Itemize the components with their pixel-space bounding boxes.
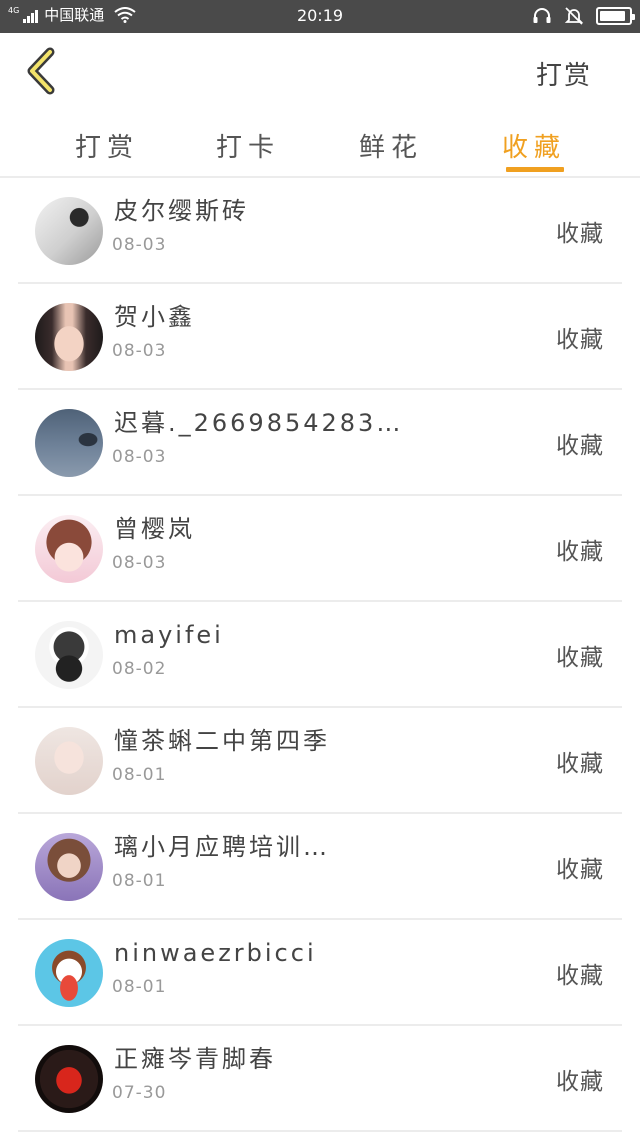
favorite-action: 收藏 — [556, 963, 604, 989]
top-nav-bar: 打赏 — [0, 33, 640, 113]
item-date: 07-30 — [112, 1083, 167, 1103]
list-item[interactable]: 贺小鑫 08-03 收藏 — [18, 284, 622, 390]
tab-reward[interactable]: 打赏 — [52, 127, 162, 164]
favorite-action: 收藏 — [556, 857, 604, 883]
favorite-action: 收藏 — [556, 1069, 604, 1095]
status-right — [532, 6, 635, 26]
tab-label: 收藏 — [501, 133, 566, 163]
user-name: 正瘫岑青脚春 — [114, 1045, 276, 1073]
list-item[interactable]: 皮尔缨斯砖 08-03 收藏 — [18, 178, 622, 284]
avatar — [35, 939, 103, 1007]
avatar — [35, 197, 103, 265]
tab-label: 打赏 — [74, 133, 139, 163]
item-date: 08-01 — [112, 977, 167, 997]
bell-muted-icon — [564, 7, 584, 25]
avatar — [35, 303, 103, 371]
tab-label: 鲜花 — [358, 133, 423, 163]
active-tab-indicator — [506, 167, 564, 172]
status-bar: 4G 中国联通 20:19 — [0, 0, 640, 33]
user-name: 贺小鑫 — [114, 303, 195, 331]
item-date: 08-03 — [112, 341, 167, 361]
list-item[interactable]: 璃小月应聘培训… 08-01 收藏 — [18, 814, 622, 920]
item-date: 08-03 — [112, 447, 167, 467]
item-date: 08-01 — [112, 871, 167, 891]
list-item[interactable]: ninwaezrbicci 08-01 收藏 — [18, 920, 622, 1026]
list-item[interactable]: 憧茶蝌二中第四季 08-01 收藏 — [18, 708, 622, 814]
tab-label: 打卡 — [215, 133, 280, 163]
favorite-action: 收藏 — [556, 327, 604, 353]
list-item[interactable]: 曾樱岚 08-03 收藏 — [18, 496, 622, 602]
user-name: 憧茶蝌二中第四季 — [114, 727, 330, 755]
tab-flowers[interactable]: 鲜花 — [336, 127, 446, 164]
item-date: 08-02 — [112, 659, 167, 679]
favorite-action: 收藏 — [556, 539, 604, 565]
favorites-list: 皮尔缨斯砖 08-03 收藏 贺小鑫 08-03 收藏 迟暮._26698542… — [18, 178, 622, 1132]
avatar — [35, 727, 103, 795]
list-item[interactable]: 迟暮._2669854283… 08-03 收藏 — [18, 390, 622, 496]
avatar — [35, 621, 103, 689]
favorite-action: 收藏 — [556, 645, 604, 671]
user-name: mayifei — [114, 621, 224, 649]
user-name: 皮尔缨斯砖 — [114, 197, 249, 225]
favorite-action: 收藏 — [556, 751, 604, 777]
tab-bar: 打赏 打卡 鲜花 收藏 — [0, 113, 640, 178]
reward-button[interactable]: 打赏 — [536, 55, 592, 92]
user-name: 璃小月应聘培训… — [114, 833, 330, 861]
tab-checkin[interactable]: 打卡 — [193, 127, 303, 164]
user-name: 曾樱岚 — [114, 515, 195, 543]
tab-favorites[interactable]: 收藏 — [479, 127, 589, 172]
favorite-action: 收藏 — [556, 433, 604, 459]
avatar — [35, 515, 103, 583]
item-date: 08-03 — [112, 235, 167, 255]
battery-icon — [596, 7, 635, 25]
avatar — [35, 409, 103, 477]
user-name: 迟暮._2669854283… — [114, 409, 404, 437]
favorite-action: 收藏 — [556, 221, 604, 247]
avatar — [35, 833, 103, 901]
list-item[interactable]: 正瘫岑青脚春 07-30 收藏 — [18, 1026, 622, 1132]
avatar — [35, 1045, 103, 1113]
item-date: 08-01 — [112, 765, 167, 785]
list-item[interactable]: mayifei 08-02 收藏 — [18, 602, 622, 708]
headset-icon — [533, 8, 551, 23]
battery-fill — [600, 11, 626, 21]
item-date: 08-03 — [112, 553, 167, 573]
user-name: ninwaezrbicci — [114, 939, 317, 967]
chevron-left-icon[interactable] — [22, 47, 62, 95]
